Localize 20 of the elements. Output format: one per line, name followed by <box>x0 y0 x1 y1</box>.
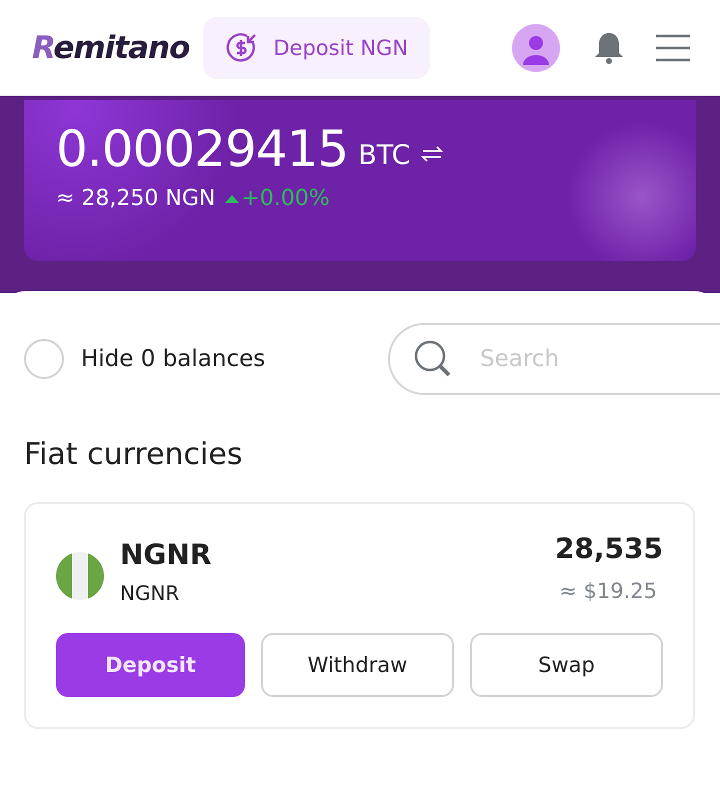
section-title: Fiat currencies <box>24 437 244 472</box>
action-button[interactable]: Withdraw <box>261 633 454 697</box>
asset-code: NGNR <box>120 581 180 605</box>
hide-zero-checkbox[interactable] <box>24 339 64 379</box>
avatar-icon[interactable] <box>512 24 560 72</box>
asset-amount: 28,535 <box>554 532 663 565</box>
search-icon <box>414 340 452 378</box>
bell-icon[interactable] <box>594 30 624 64</box>
asset-name: NGNR <box>120 538 212 571</box>
change-percent: +0.00% <box>241 186 330 211</box>
hide-zero-label: Hide 0 balances <box>81 346 266 372</box>
menu-icon[interactable] <box>656 34 690 62</box>
action-button[interactable]: Swap <box>470 633 663 697</box>
asset-usd-value: ≈ $19.25 <box>559 579 657 603</box>
balance-unit: BTC <box>358 140 410 170</box>
flag-icon <box>56 552 104 600</box>
deposit-button[interactable]: Deposit NGN <box>203 16 430 78</box>
balance-amount: 0.00029415 <box>56 120 348 178</box>
fiat-value: ≈ 28,250 NGN <box>56 186 216 211</box>
deposit-button[interactable]: Deposit <box>56 633 245 697</box>
